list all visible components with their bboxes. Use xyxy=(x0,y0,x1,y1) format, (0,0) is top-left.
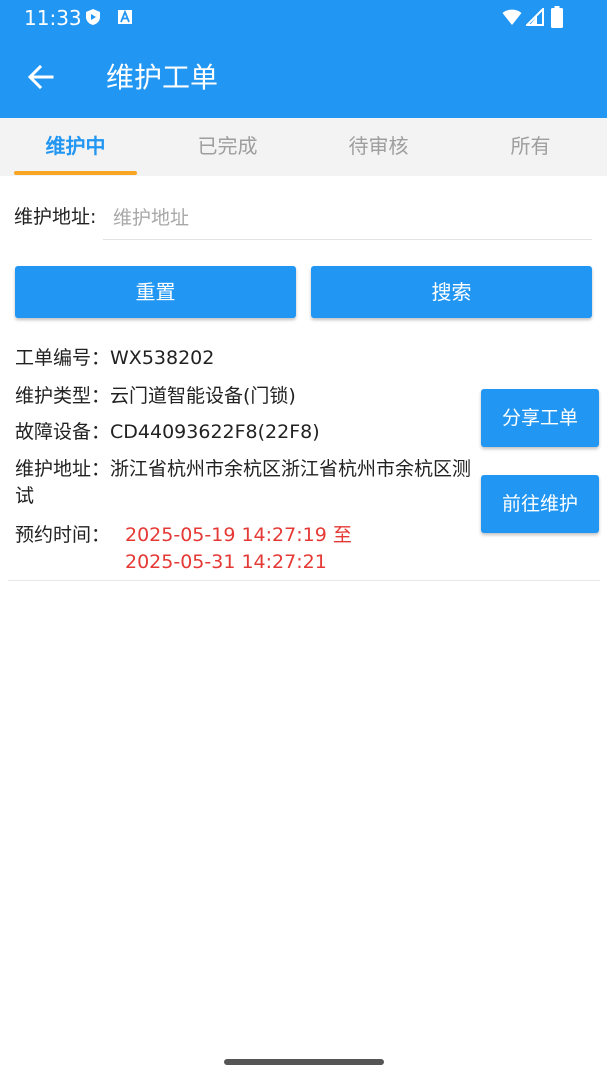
appointment-end-time: 2025-05-31 14:27:21 xyxy=(125,551,327,573)
signal-icon xyxy=(526,8,544,26)
gesture-nav-handle[interactable] xyxy=(224,1059,384,1065)
maintenance-type-label: 维护类型： xyxy=(15,385,111,407)
work-order-item: 工单编号：WX538202 维护类型：云门道智能设备(门锁) 故障设备：CD44… xyxy=(8,338,600,581)
maintenance-type-value: 云门道智能设备(门锁) xyxy=(110,385,296,407)
tab-pending-review[interactable]: 待审核 xyxy=(303,118,454,176)
font-a-icon xyxy=(118,9,132,24)
appointment-time-row: 预约时间： 2025-05-19 14:27:19 至 2025-05-31 1… xyxy=(15,522,475,573)
page-title: 维护工单 xyxy=(106,61,219,94)
faulty-device-value: CD44093622F8(22F8) xyxy=(110,421,320,443)
faulty-device-row: 故障设备：CD44093622F8(22F8) xyxy=(15,419,475,446)
app-screen: 11:33 维护工单 维护中 已完成 待审核 所有 维护地址: 维护地址 重置 … xyxy=(0,0,607,1080)
address-search-input[interactable] xyxy=(103,196,592,240)
order-number-value: WX538202 xyxy=(110,347,215,369)
share-order-button[interactable]: 分享工单 xyxy=(481,389,599,447)
appointment-start-time: 2025-05-19 14:27:19 至 xyxy=(125,524,352,546)
appointment-time-value: 2025-05-19 14:27:19 至 2025-05-31 14:27:2… xyxy=(125,522,425,576)
arrow-left-icon[interactable] xyxy=(26,62,56,92)
maintenance-address-row: 维护地址：浙江省杭州市余杭区浙江省杭州市余杭区测试 xyxy=(15,456,475,510)
tab-completed[interactable]: 已完成 xyxy=(152,118,303,176)
order-number-row: 工单编号：WX538202 xyxy=(15,345,475,372)
wifi-icon xyxy=(502,9,522,25)
tab-indicator xyxy=(14,171,137,175)
reset-button[interactable]: 重置 xyxy=(15,266,296,318)
tab-all[interactable]: 所有 xyxy=(455,118,606,176)
status-time: 11:33 xyxy=(24,6,82,30)
app-bar: 11:33 维护工单 xyxy=(0,0,607,118)
order-number-label: 工单编号： xyxy=(15,347,111,369)
shield-play-icon xyxy=(86,9,100,25)
maintenance-type-row: 维护类型：云门道智能设备(门锁) xyxy=(15,383,475,410)
faulty-device-label: 故障设备： xyxy=(15,421,111,443)
battery-icon xyxy=(551,6,563,28)
go-maintain-button[interactable]: 前往维护 xyxy=(481,475,599,533)
address-filter-label: 维护地址: xyxy=(14,206,97,228)
search-button[interactable]: 搜索 xyxy=(311,266,592,318)
maintenance-address-label: 维护地址： xyxy=(15,458,111,480)
appointment-time-label: 预约时间： xyxy=(15,524,111,546)
status-tabs: 维护中 已完成 待审核 所有 xyxy=(0,118,607,176)
tab-in-progress[interactable]: 维护中 xyxy=(0,118,151,176)
